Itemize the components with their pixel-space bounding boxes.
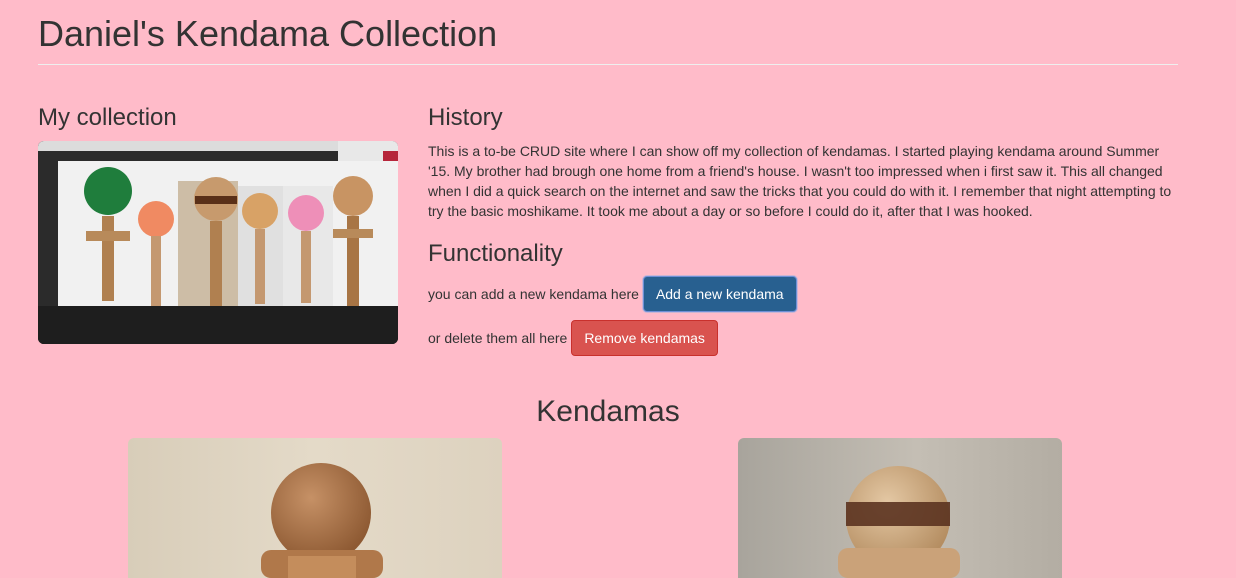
page-header: Daniel's Kendama Collection — [38, 0, 1178, 65]
remove-kendamas-row: or delete them all here Remove kendamas — [428, 320, 718, 356]
add-kendama-button[interactable]: Add a new kendama — [642, 276, 797, 312]
add-kendama-row: you can add a new kendama here Add a new… — [428, 276, 797, 312]
kendama-photo-1 — [261, 463, 383, 578]
kendama-card-2[interactable] — [738, 438, 1062, 578]
remove-kendamas-button[interactable]: Remove kendamas — [571, 320, 718, 356]
collection-photo — [38, 141, 398, 344]
add-kendama-label: you can add a new kendama here — [428, 286, 639, 302]
collection-photo-image — [38, 141, 398, 344]
history-heading: History — [428, 104, 503, 131]
functionality-heading: Functionality — [428, 240, 563, 267]
kendama-card-1[interactable] — [128, 438, 502, 578]
page-title: Daniel's Kendama Collection — [38, 13, 498, 54]
history-text: This is a to-be CRUD site where I can sh… — [428, 143, 1172, 219]
kendama-photo-2 — [838, 466, 960, 578]
collection-heading: My collection — [38, 104, 177, 131]
remove-kendamas-label: or delete them all here — [428, 330, 568, 346]
kendamas-heading: Kendamas — [536, 395, 680, 428]
